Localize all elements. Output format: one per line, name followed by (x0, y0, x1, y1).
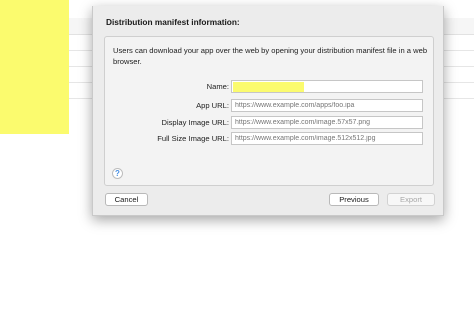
export-button[interactable]: Export (387, 193, 435, 206)
sheet-title: Distribution manifest information: (106, 17, 240, 27)
full-size-image-url-label: Full Size Image URL: (157, 134, 229, 143)
name-value-highlight (233, 82, 304, 92)
cancel-button[interactable]: Cancel (105, 193, 148, 206)
intro-text: Users can download your app over the web… (113, 46, 428, 66)
name-row: Name: (105, 80, 435, 94)
manifest-form-panel: Users can download your app over the web… (104, 36, 434, 186)
display-image-url-field[interactable] (231, 116, 423, 129)
full-size-image-url-field[interactable] (231, 132, 423, 145)
name-field[interactable] (231, 80, 423, 93)
redacted-region (0, 0, 69, 134)
display-image-url-label: Display Image URL: (161, 118, 229, 127)
name-label: Name: (206, 82, 229, 91)
app-url-row: App URL: (105, 99, 435, 113)
help-icon[interactable]: ? (112, 168, 123, 179)
app-url-field[interactable] (231, 99, 423, 112)
distribution-manifest-sheet: Distribution manifest information: Users… (92, 6, 444, 216)
previous-button[interactable]: Previous (329, 193, 379, 206)
app-url-label: App URL: (196, 101, 229, 110)
full-size-image-url-row: Full Size Image URL: (105, 132, 435, 146)
display-image-url-row: Display Image URL: (105, 116, 435, 130)
